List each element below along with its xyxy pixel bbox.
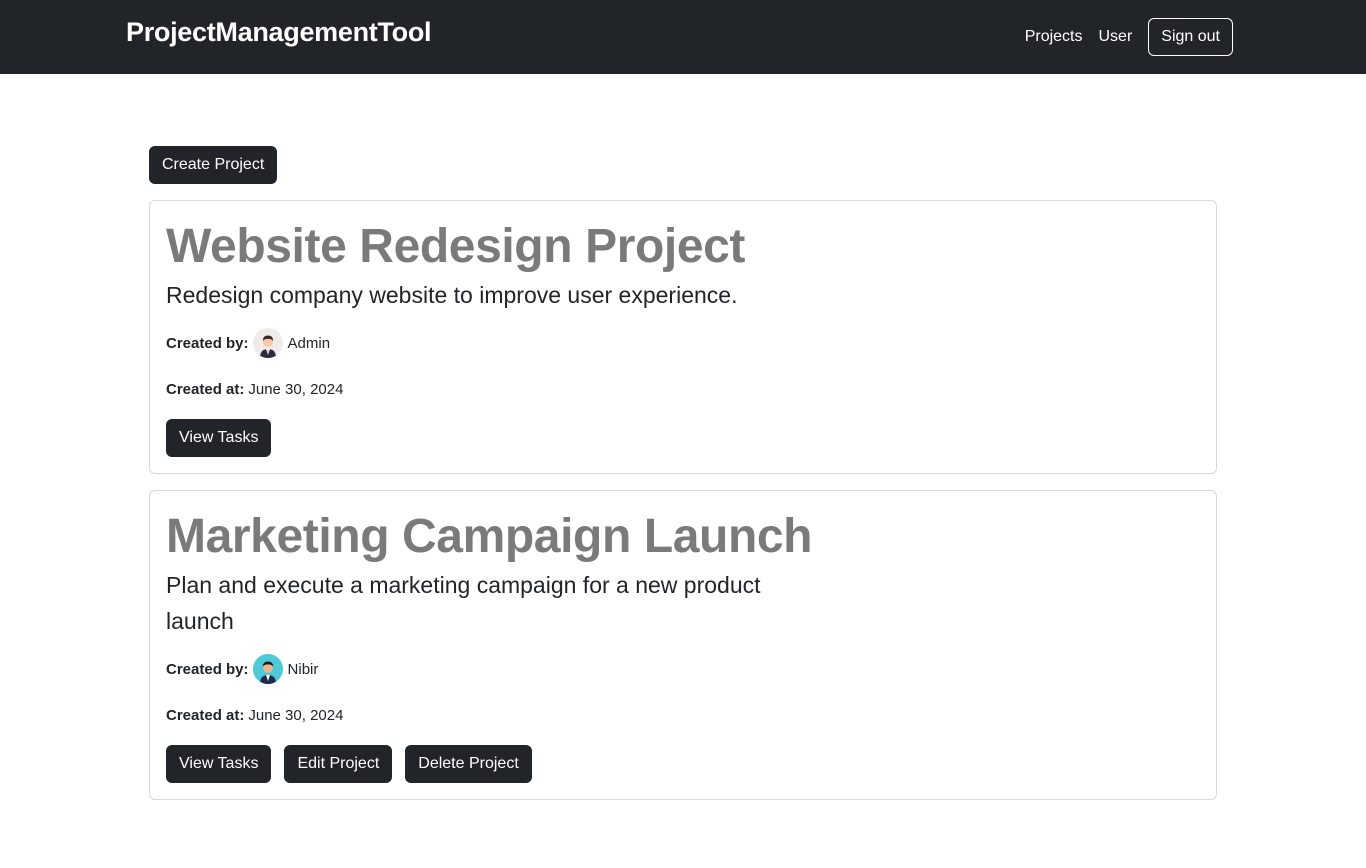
created-by-name: Nibir xyxy=(287,660,319,678)
project-description: Plan and execute a marketing campaign fo… xyxy=(166,572,761,634)
created-by-name: Admin xyxy=(287,334,331,352)
user-avatar-icon xyxy=(252,654,283,684)
create-project-button[interactable]: Create Project xyxy=(149,146,278,184)
created-by-label: Created by: xyxy=(166,334,249,352)
project-card: Website Redesign Project Redesign compan… xyxy=(149,200,1217,474)
view-tasks-button[interactable]: View Tasks xyxy=(166,419,272,457)
project-title: Marketing Campaign Launch xyxy=(166,510,813,563)
created-by-label: Created by: xyxy=(166,660,249,678)
user-avatar-icon xyxy=(252,328,283,358)
created-at-row: Created at: June 30, 2024 xyxy=(166,373,1200,405)
created-at-label: Created at: xyxy=(166,706,245,724)
nav-link-user[interactable]: User xyxy=(1099,28,1133,46)
created-by-row: Created by: Nibir xyxy=(166,653,1200,685)
sign-out-button[interactable]: Sign out xyxy=(1148,18,1233,56)
created-by-row: Created by: Admin xyxy=(166,327,1200,359)
project-actions: View Tasks Edit Project Delete Project xyxy=(166,745,1200,783)
brand-logo-text[interactable]: ProjectManagementTool xyxy=(126,17,432,48)
project-actions: View Tasks xyxy=(166,419,1200,457)
project-description: Redesign company website to improve user… xyxy=(166,282,738,308)
main-content: Create Project Website Redesign Project … xyxy=(149,146,1217,800)
created-at-row: Created at: June 30, 2024 xyxy=(166,699,1200,731)
top-navbar: ProjectManagementTool Projects User Sign… xyxy=(0,0,1366,74)
view-tasks-button[interactable]: View Tasks xyxy=(166,745,272,783)
project-card: Marketing Campaign Launch Plan and execu… xyxy=(149,490,1217,800)
avatar xyxy=(252,328,283,358)
avatar xyxy=(252,654,283,684)
edit-project-button[interactable]: Edit Project xyxy=(284,745,393,783)
created-at-date: June 30, 2024 xyxy=(248,706,344,724)
delete-project-button[interactable]: Delete Project xyxy=(405,745,532,783)
created-at-label: Created at: xyxy=(166,380,245,398)
project-title: Website Redesign Project xyxy=(166,220,746,273)
nav-links: Projects User Sign out xyxy=(1025,18,1233,56)
nav-link-projects[interactable]: Projects xyxy=(1025,28,1083,46)
created-at-date: June 30, 2024 xyxy=(248,380,344,398)
